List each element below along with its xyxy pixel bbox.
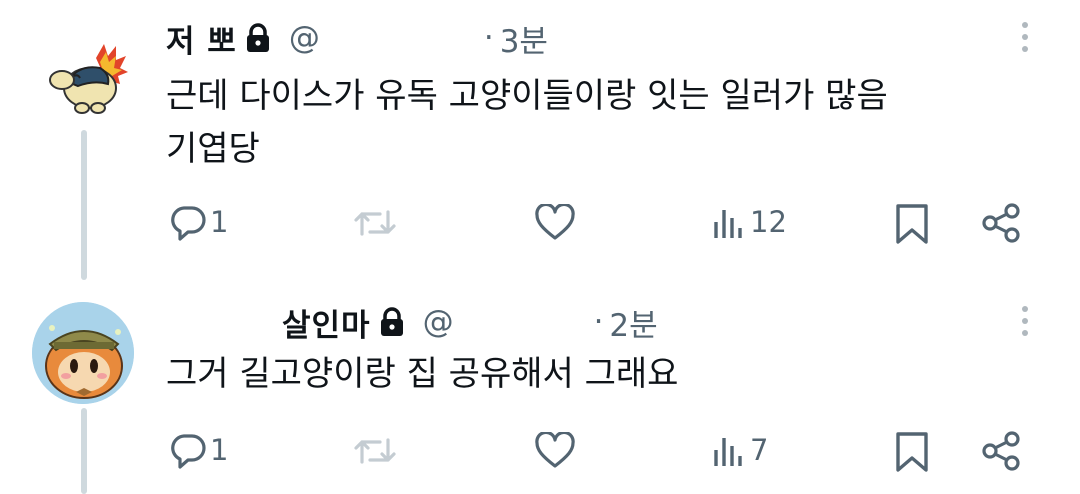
more-options-button[interactable] <box>1018 22 1032 56</box>
avatar[interactable] <box>32 302 134 404</box>
views-button[interactable]: 7 <box>712 432 768 468</box>
lock-icon <box>379 307 405 337</box>
share-button[interactable] <box>980 202 1024 244</box>
share-icon <box>982 203 1020 243</box>
handle[interactable]: @ <box>289 20 320 56</box>
share-icon <box>982 431 1020 471</box>
timestamp[interactable]: 3분 <box>500 16 548 61</box>
views-count: 7 <box>750 433 769 467</box>
bookmark-icon <box>896 432 928 472</box>
retweet-icon <box>354 438 396 464</box>
bookmark-button[interactable] <box>894 202 930 246</box>
reply-icon <box>171 206 206 241</box>
reply-icon <box>171 434 206 469</box>
reply-button[interactable]: 1 <box>168 430 228 470</box>
analytics-icon <box>714 438 742 466</box>
views-count: 12 <box>750 205 787 239</box>
views-button[interactable]: 12 <box>712 204 787 240</box>
tweet-header: 살인마 @ · 2분 <box>282 300 658 345</box>
heart-icon <box>535 432 575 468</box>
analytics-icon <box>714 210 742 238</box>
handle[interactable]: @ <box>423 304 454 340</box>
heart-icon <box>535 204 575 240</box>
separator-dot: · <box>593 304 604 340</box>
tweet-actions: 1 7 <box>0 426 1080 476</box>
bookmark-icon <box>896 204 928 244</box>
reply-count: 1 <box>210 433 229 467</box>
avatar[interactable] <box>34 30 134 130</box>
tweet-header: 저 뽀 @ · 3분 <box>166 16 548 61</box>
tweet-text: 그거 길고양이랑 집 공유해서 그래요 <box>166 354 679 394</box>
tweet-actions: 1 12 <box>0 198 1080 248</box>
lock-icon <box>245 23 271 53</box>
display-name[interactable]: 살인마 <box>282 300 371 345</box>
bookmark-button[interactable] <box>894 430 930 474</box>
reply-count: 1 <box>210 205 229 239</box>
more-options-button[interactable] <box>1018 306 1032 340</box>
timestamp[interactable]: 2분 <box>609 300 657 345</box>
like-button[interactable] <box>534 432 576 470</box>
separator-dot: · <box>483 20 494 56</box>
tweet-2[interactable]: 살인마 @ · 2분 그거 길고양이랑 집 공유해서 그래요 1 7 <box>0 282 1080 494</box>
retweet-button[interactable] <box>354 204 398 242</box>
retweet-button[interactable] <box>354 432 398 470</box>
share-button[interactable] <box>980 430 1024 472</box>
tweet-text: 근데 다이스가 유독 고양이들이랑 잇는 일러가 많음 기엽당 <box>166 76 888 169</box>
reply-button[interactable]: 1 <box>168 202 228 242</box>
cyndaquil-avatar-icon <box>49 44 128 114</box>
retweet-icon <box>354 210 396 236</box>
tweet-1[interactable]: 저 뽀 @ · 3분 근데 다이스가 유독 고양이들이랑 잇는 일러가 많음 기… <box>0 0 1080 280</box>
display-name[interactable]: 저 뽀 <box>166 16 237 61</box>
like-button[interactable] <box>534 204 576 242</box>
waddle-dee-avatar-icon <box>32 302 134 404</box>
